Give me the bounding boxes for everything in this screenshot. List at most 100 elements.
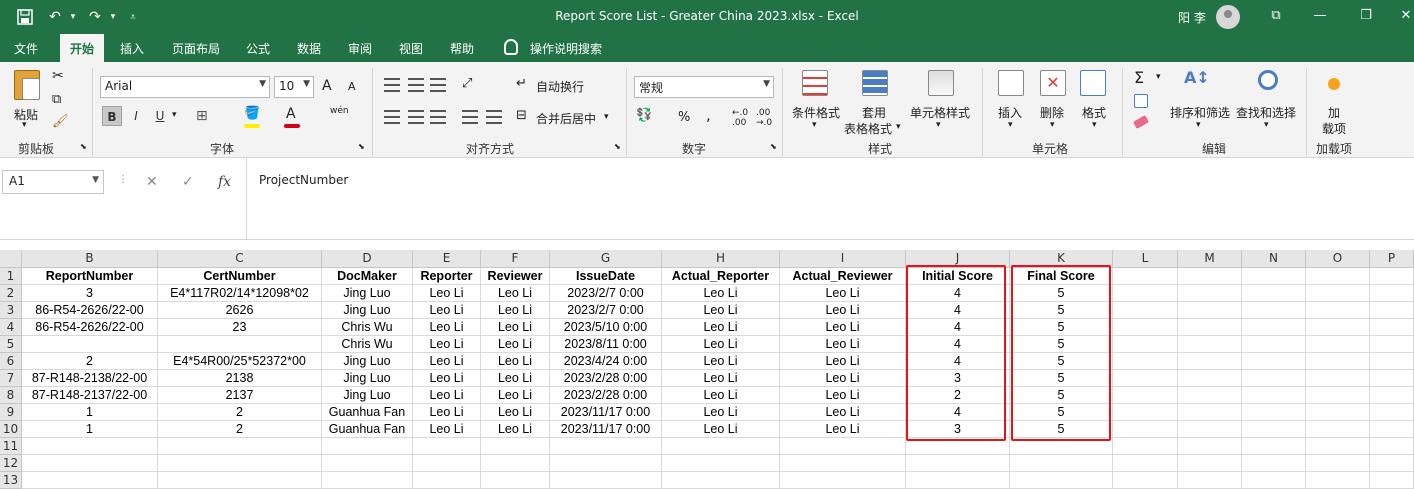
cell-d6[interactable]: Jing Luo (322, 353, 413, 370)
cell-l13[interactable] (1113, 472, 1178, 489)
cell-i11[interactable] (780, 438, 906, 455)
cell-d10[interactable]: Guanhua Fan (322, 421, 413, 438)
cell-c9[interactable]: 2 (158, 404, 322, 421)
column-header-d[interactable]: D (322, 250, 413, 268)
cell-styles-dropdown-icon[interactable]: ▾ (936, 120, 941, 130)
row-header-13[interactable]: 13 (0, 472, 22, 489)
cell-b2[interactable]: 3 (22, 285, 158, 302)
row-header-11[interactable]: 11 (0, 438, 22, 455)
cell-j11[interactable] (906, 438, 1010, 455)
cell-h2[interactable]: Leo Li (662, 285, 780, 302)
sort-filter-button[interactable]: 排序和筛选 (1170, 104, 1230, 121)
cell-l8[interactable] (1113, 387, 1178, 404)
cell-j12[interactable] (906, 455, 1010, 472)
cell-e12[interactable] (413, 455, 481, 472)
cell-k4[interactable]: 5 (1010, 319, 1113, 336)
cell-o12[interactable] (1306, 455, 1370, 472)
accounting-format-icon[interactable]: 💱 (636, 108, 652, 123)
increase-font-button[interactable]: A (322, 78, 332, 94)
cell-b12[interactable] (22, 455, 158, 472)
cell-n3[interactable] (1242, 302, 1306, 319)
cell-m12[interactable] (1178, 455, 1242, 472)
cell-i9[interactable]: Leo Li (780, 404, 906, 421)
cell-e4[interactable]: Leo Li (413, 319, 481, 336)
cell-d2[interactable]: Jing Luo (322, 285, 413, 302)
cell-c2[interactable]: E4*117R02/14*12098*02 (158, 285, 322, 302)
row-header-3[interactable]: 3 (0, 302, 22, 319)
cell-o5[interactable] (1306, 336, 1370, 353)
column-header-k[interactable]: K (1010, 250, 1113, 268)
cell-n6[interactable] (1242, 353, 1306, 370)
cell-p4[interactable] (1370, 319, 1414, 336)
cell-n5[interactable] (1242, 336, 1306, 353)
cell-p12[interactable] (1370, 455, 1414, 472)
clear-icon[interactable] (1132, 115, 1150, 129)
format-painter-icon[interactable]: 🖌 (52, 114, 69, 129)
cell-f9[interactable]: Leo Li (481, 404, 550, 421)
cell-h11[interactable] (662, 438, 780, 455)
cell-l12[interactable] (1113, 455, 1178, 472)
font-launcher-icon[interactable]: ⬊ (358, 142, 365, 151)
close-icon[interactable]: ✕ (1396, 8, 1414, 26)
align-middle-icon[interactable] (408, 78, 424, 92)
number-launcher-icon[interactable]: ⬊ (770, 142, 777, 151)
cell-b11[interactable] (22, 438, 158, 455)
cell-m2[interactable] (1178, 285, 1242, 302)
cell-k3[interactable]: 5 (1010, 302, 1113, 319)
cell-g3[interactable]: 2023/2/7 0:00 (550, 302, 662, 319)
cell-g7[interactable]: 2023/2/28 0:00 (550, 370, 662, 387)
percent-button[interactable]: % (678, 110, 690, 125)
cell-p13[interactable] (1370, 472, 1414, 489)
cell-j1[interactable]: Initial Score (906, 268, 1010, 285)
underline-dropdown-icon[interactable]: ▾ (172, 110, 177, 120)
row-header-6[interactable]: 6 (0, 353, 22, 370)
ribbon-display-icon[interactable]: ⧉ (1266, 8, 1286, 26)
cell-g4[interactable]: 2023/5/10 0:00 (550, 319, 662, 336)
cell-b5[interactable] (22, 336, 158, 353)
row-header-5[interactable]: 5 (0, 336, 22, 353)
cell-m6[interactable] (1178, 353, 1242, 370)
row-header-7[interactable]: 7 (0, 370, 22, 387)
cell-o3[interactable] (1306, 302, 1370, 319)
sort-filter-dropdown-icon[interactable]: ▾ (1196, 120, 1201, 130)
cell-c5[interactable] (158, 336, 322, 353)
column-header-b[interactable]: B (22, 250, 158, 268)
cell-j6[interactable]: 4 (906, 353, 1010, 370)
cell-n2[interactable] (1242, 285, 1306, 302)
row-header-1[interactable]: 1 (0, 268, 22, 285)
merge-dropdown-icon[interactable]: ▾ (604, 112, 609, 122)
cell-l1[interactable] (1113, 268, 1178, 285)
borders-icon[interactable]: ⊞ (196, 108, 208, 124)
align-top-icon[interactable] (384, 78, 400, 92)
cell-b13[interactable] (22, 472, 158, 489)
cell-e8[interactable]: Leo Li (413, 387, 481, 404)
cell-f12[interactable] (481, 455, 550, 472)
phonetic-button[interactable]: wén (330, 106, 349, 116)
cell-j5[interactable]: 4 (906, 336, 1010, 353)
restore-icon[interactable]: ❐ (1356, 8, 1376, 26)
cell-d13[interactable] (322, 472, 413, 489)
column-header-h[interactable]: H (662, 250, 780, 268)
cell-k11[interactable] (1010, 438, 1113, 455)
format-table-line1[interactable]: 套用 (862, 104, 886, 121)
cell-c1[interactable]: CertNumber (158, 268, 322, 285)
align-right-icon[interactable] (430, 110, 446, 124)
column-header-e[interactable]: E (413, 250, 481, 268)
format-table-dropdown-icon[interactable]: ▾ (896, 122, 901, 132)
cell-n1[interactable] (1242, 268, 1306, 285)
addins-button[interactable]: 加 (1328, 104, 1340, 121)
tab-help[interactable]: 帮助 (450, 40, 474, 57)
cell-c6[interactable]: E4*54R00/25*52372*00 (158, 353, 322, 370)
cell-m5[interactable] (1178, 336, 1242, 353)
cell-c4[interactable]: 23 (158, 319, 322, 336)
cut-icon[interactable]: ✂ (52, 68, 64, 84)
decrease-indent-icon[interactable] (462, 110, 478, 124)
cell-h12[interactable] (662, 455, 780, 472)
cell-d11[interactable] (322, 438, 413, 455)
cell-h10[interactable]: Leo Li (662, 421, 780, 438)
enter-icon[interactable]: ✓ (182, 174, 194, 190)
merge-center-button[interactable]: 合并后居中 (536, 110, 596, 127)
cell-p3[interactable] (1370, 302, 1414, 319)
cell-p6[interactable] (1370, 353, 1414, 370)
cell-e7[interactable]: Leo Li (413, 370, 481, 387)
